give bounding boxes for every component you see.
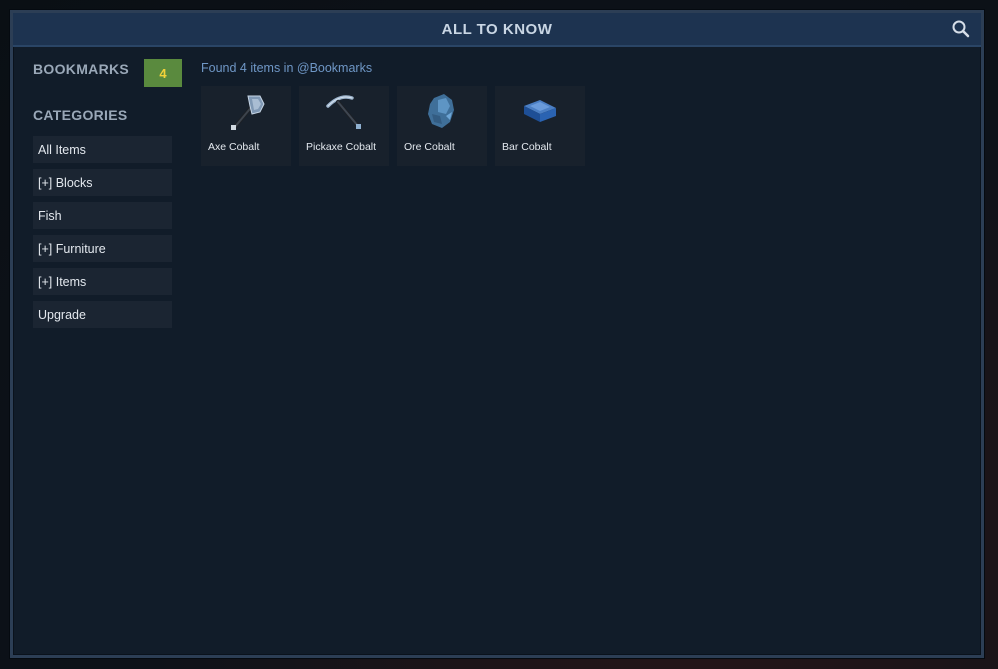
sidebar: BOOKMARKS 4 CATEGORIES All Items [+] Blo… [33,58,183,328]
cobalt-ore-icon [428,94,454,128]
item-card-axe-cobalt[interactable]: Axe Cobalt [201,86,291,166]
category-fish[interactable]: Fish [33,202,172,229]
bookmarks-section: BOOKMARKS 4 [33,58,183,88]
category-items[interactable]: [+] Items [33,268,172,295]
game-background: ALL TO KNOW BOOKMARKS 4 CATEGORIES All I… [0,0,998,669]
window-title: ALL TO KNOW [441,20,553,38]
items-grid: Axe Cobalt Pickaxe Cobalt Ore Cobalt Bar… [201,86,585,166]
item-card-pickaxe-cobalt[interactable]: Pickaxe Cobalt [299,86,389,166]
cobalt-bar-icon [524,100,556,122]
item-card-ore-cobalt[interactable]: Ore Cobalt [397,86,487,166]
category-upgrade[interactable]: Upgrade [33,301,172,328]
all-to-know-window: ALL TO KNOW BOOKMARKS 4 CATEGORIES All I… [10,10,984,658]
item-name: Pickaxe Cobalt [306,141,377,153]
category-furniture[interactable]: [+] Furniture [33,235,172,262]
bookmarks-count-badge[interactable]: 4 [144,59,182,87]
results-summary: Found 4 items in @Bookmarks [201,61,373,75]
category-all-items[interactable]: All Items [33,136,172,163]
categories-heading: CATEGORIES [33,107,128,123]
category-blocks[interactable]: [+] Blocks [33,169,172,196]
item-name: Ore Cobalt [404,141,455,153]
item-name: Axe Cobalt [208,141,260,153]
item-card-bar-cobalt[interactable]: Bar Cobalt [495,86,585,166]
bookmarks-heading[interactable]: BOOKMARKS [33,61,129,77]
search-icon [952,20,970,38]
category-list: All Items [+] Blocks Fish [+] Furniture … [33,136,172,334]
cobalt-pickaxe-icon [326,95,361,129]
cobalt-axe-icon [231,95,265,130]
item-name: Bar Cobalt [502,141,552,153]
search-button[interactable] [951,19,971,39]
title-bar: ALL TO KNOW [13,13,981,47]
